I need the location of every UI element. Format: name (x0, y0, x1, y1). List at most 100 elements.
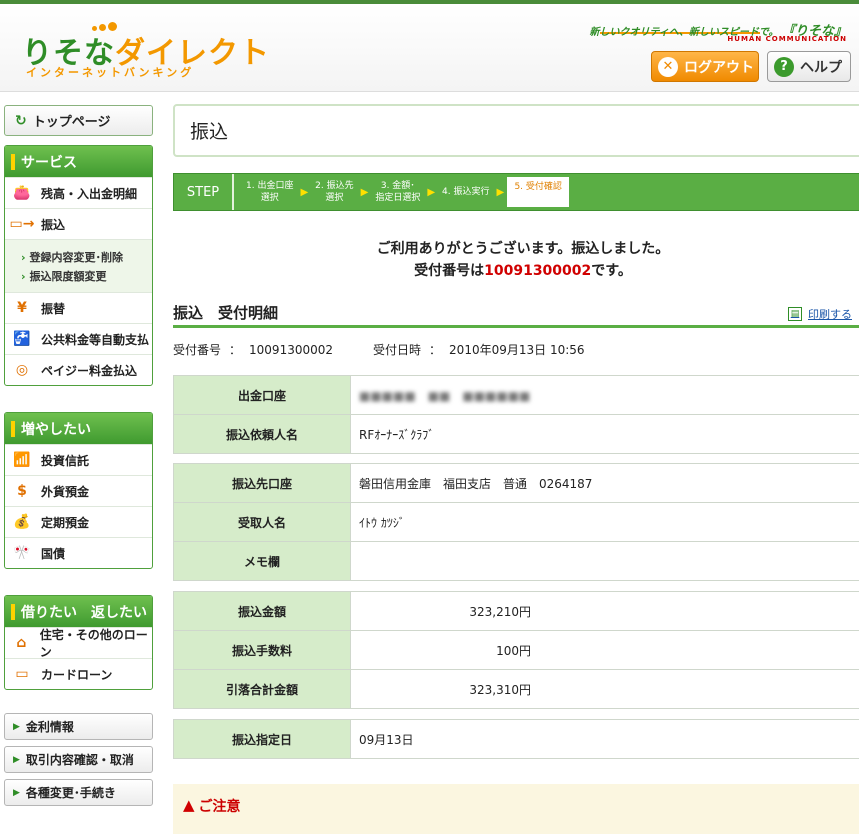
table-row: 受取人名 ｲﾄｳ ｶﾂｼﾞ (173, 502, 859, 542)
table-row: 引落合計金額 323,310円 (173, 669, 859, 709)
transfer-submenu: › 登録内容変更･削除 › 振込限度額変更 (5, 239, 152, 292)
table-row: 出金口座 ■■■■■ ■■ ■■■■■■ (173, 375, 859, 415)
table-row: 振込依頼人名 RFｵｰﾅｰｽﾞｸﾗﾌﾞ (173, 414, 859, 454)
date-table: 振込指定日 09月13日 (173, 719, 859, 759)
row-label: 振込金額 (173, 591, 351, 631)
print-label: 印刷する (808, 308, 852, 321)
print-link[interactable]: ▤ 印刷する (788, 306, 852, 322)
refresh-icon: ↻ (15, 112, 27, 129)
arrow-right-icon: ▶ (360, 186, 369, 198)
sidebar-item-payeasy[interactable]: ◎ ペイジー料金払込 (5, 354, 152, 385)
yen-exchange-icon: ¥ (17, 300, 27, 316)
completion-line2: 受付番号は10091300002です。 (414, 263, 632, 279)
step-2: 2. 振込先 選択 (315, 181, 354, 203)
sidebar-item-furikae[interactable]: ¥ 振替 (5, 292, 152, 323)
sidebar-subitem-limit[interactable]: › 振込限度額変更 (21, 267, 152, 286)
sidebar-item-utilities[interactable]: 🚰 公共料金等自動支払 (5, 323, 152, 354)
question-icon: ? (774, 56, 794, 77)
header: りそなダイレクト インターネットバンキング 新しいクオリティへ、新しいスピードで… (0, 4, 859, 92)
sidebar-item-balance[interactable]: 👛 残高・入出金明細 (5, 177, 152, 208)
top-page-button[interactable]: ↻ トップページ (4, 105, 153, 136)
tagline-sub: HUMAN COMMUNICATION (727, 35, 847, 43)
account-table: 出金口座 ■■■■■ ■■ ■■■■■■ 振込依頼人名 RFｵｰﾅｰｽﾞｸﾗﾌﾞ (173, 375, 859, 454)
step-1: 1. 出金口座 選択 (246, 181, 294, 203)
transfer-amount-value: 323,210円 (469, 604, 531, 619)
triangle-right-icon: ▶ (13, 787, 20, 798)
sidebar-item-label: 住宅・その他のローン (39, 628, 148, 659)
sidebar-link-rates[interactable]: ▶ 金利情報 (4, 713, 153, 740)
table-row: 振込金額 323,210円 (173, 591, 859, 631)
payee-account-value: 磐田信用金庫 福田支店 普通 0264187 (350, 463, 859, 503)
receipt-label: 受付番号 (173, 343, 222, 357)
help-label: ヘルプ (800, 59, 842, 76)
page-title: 振込 (173, 104, 859, 157)
sidebar-link-history[interactable]: ▶ 取引内容確認・取消 (4, 746, 153, 773)
table-row: メモ欄 (173, 541, 859, 581)
money-bag-icon: 💰 (13, 514, 31, 530)
triangle-right-icon: ▶ (13, 721, 20, 732)
warning-icon: ▲ (183, 796, 195, 814)
sidebar-item-transfer[interactable]: ▭→ 振込 (5, 208, 152, 239)
step-3: 3. 金額･ 指定日選択 (375, 181, 421, 203)
requester-value: RFｵｰﾅｰｽﾞｸﾗﾌﾞ (350, 414, 859, 454)
top-page-label: トップページ (32, 115, 111, 130)
sidebar-link-settings[interactable]: ▶ 各種変更･手続き (4, 779, 153, 806)
transfer-icon: ▭→ (9, 216, 35, 232)
completion-message: ご利用ありがとうございます。振込しました。 受付番号は10091300002です… (173, 238, 859, 282)
row-label: 出金口座 (173, 375, 351, 415)
total-amount-value: 323,310円 (469, 682, 531, 697)
grow-menu: 増やしたい 📶 投資信託 $ 外貨預金 💰 定期預金 🎌 国債 (4, 412, 153, 569)
amount-table: 振込金額 323,210円 振込手数料 100円 引落合計金額 323,310円 (173, 591, 859, 709)
logout-button[interactable]: ✕ ログアウト (651, 51, 759, 82)
payee-table: 振込先口座 磐田信用金庫 福田支店 普通 0264187 受取人名 ｲﾄｳ ｶﾂｼﾞ… (173, 463, 859, 581)
row-label: 引落合計金額 (173, 669, 351, 709)
table-row: 振込先口座 磐田信用金庫 福田支店 普通 0264187 (173, 463, 859, 503)
borrow-header: 借りたい 返したい (5, 596, 152, 627)
borrow-menu: 借りたい 返したい ⌂ 住宅・その他のローン ▭ カードローン (4, 595, 153, 690)
arrow-right-icon: ▶ (496, 186, 505, 198)
row-label: 受取人名 (173, 502, 351, 542)
row-label: 振込指定日 (173, 719, 351, 759)
flag-icon: 🎌 (13, 545, 31, 561)
step-label: STEP (174, 174, 234, 210)
chart-icon: 📶 (13, 452, 31, 468)
triangle-right-icon: ▶ (13, 754, 20, 765)
receipt-value: 10091300002 (249, 343, 334, 357)
side-link-label: 取引内容確認・取消 (25, 753, 134, 767)
subitem-label: 振込限度額変更 (29, 270, 107, 283)
fee-value: 100円 (496, 643, 531, 658)
caution-label: ご注意 (198, 799, 241, 815)
help-button[interactable]: ? ヘルプ (767, 51, 851, 82)
side-link-label: 金利情報 (25, 720, 74, 734)
sidebar-item-foreign[interactable]: $ 外貨預金 (5, 475, 152, 506)
row-label: 振込先口座 (173, 463, 351, 503)
recipient-name-value: ｲﾄｳ ｶﾂｼﾞ (350, 502, 859, 542)
step-indicator: STEP 1. 出金口座 選択 ▶ 2. 振込先 選択 ▶ 3. 金額･ 指定日選択 … (173, 173, 859, 211)
row-label: メモ欄 (173, 541, 351, 581)
step-4: 4. 振込実行 (442, 187, 490, 197)
sidebar-subitem-edit[interactable]: › 登録内容変更･削除 (21, 248, 152, 267)
datetime-value: 2010年09月13日 10:56 (449, 343, 585, 357)
sidebar-item-time-deposit[interactable]: 💰 定期預金 (5, 506, 152, 537)
sidebar-item-label: ペイジー料金払込 (41, 363, 138, 378)
sidebar-item-label: 公共料金等自動支払 (41, 332, 150, 347)
sidebar-item-fund[interactable]: 📶 投資信託 (5, 444, 152, 475)
subitem-label: 登録内容変更･削除 (29, 251, 124, 264)
page-title-text: 振込 (190, 121, 229, 143)
sidebar-item-label: 投資信託 (41, 453, 90, 468)
account-value-masked: ■■■■■ ■■ ■■■■■■ (359, 388, 531, 403)
sidebar-item-card-loan[interactable]: ▭ カードローン (5, 658, 152, 689)
sidebar-item-label: カードローン (41, 667, 113, 682)
logout-label: ログアウト (684, 59, 754, 76)
services-title: サービス (21, 154, 77, 171)
sidebar-item-bonds[interactable]: 🎌 国債 (5, 537, 152, 568)
transfer-date-value: 09月13日 (350, 719, 859, 759)
section-title-text: 振込 受付明細 (173, 304, 279, 322)
dollar-icon: $ (17, 483, 27, 499)
services-header: サービス (5, 146, 152, 177)
sidebar-item-loan[interactable]: ⌂ 住宅・その他のローン (5, 627, 152, 659)
sidebar-item-label: 国債 (41, 546, 66, 561)
printer-icon: ▤ (788, 307, 802, 321)
arrow-right-icon: ▶ (427, 186, 436, 198)
table-row: 振込手数料 100円 (173, 630, 859, 670)
